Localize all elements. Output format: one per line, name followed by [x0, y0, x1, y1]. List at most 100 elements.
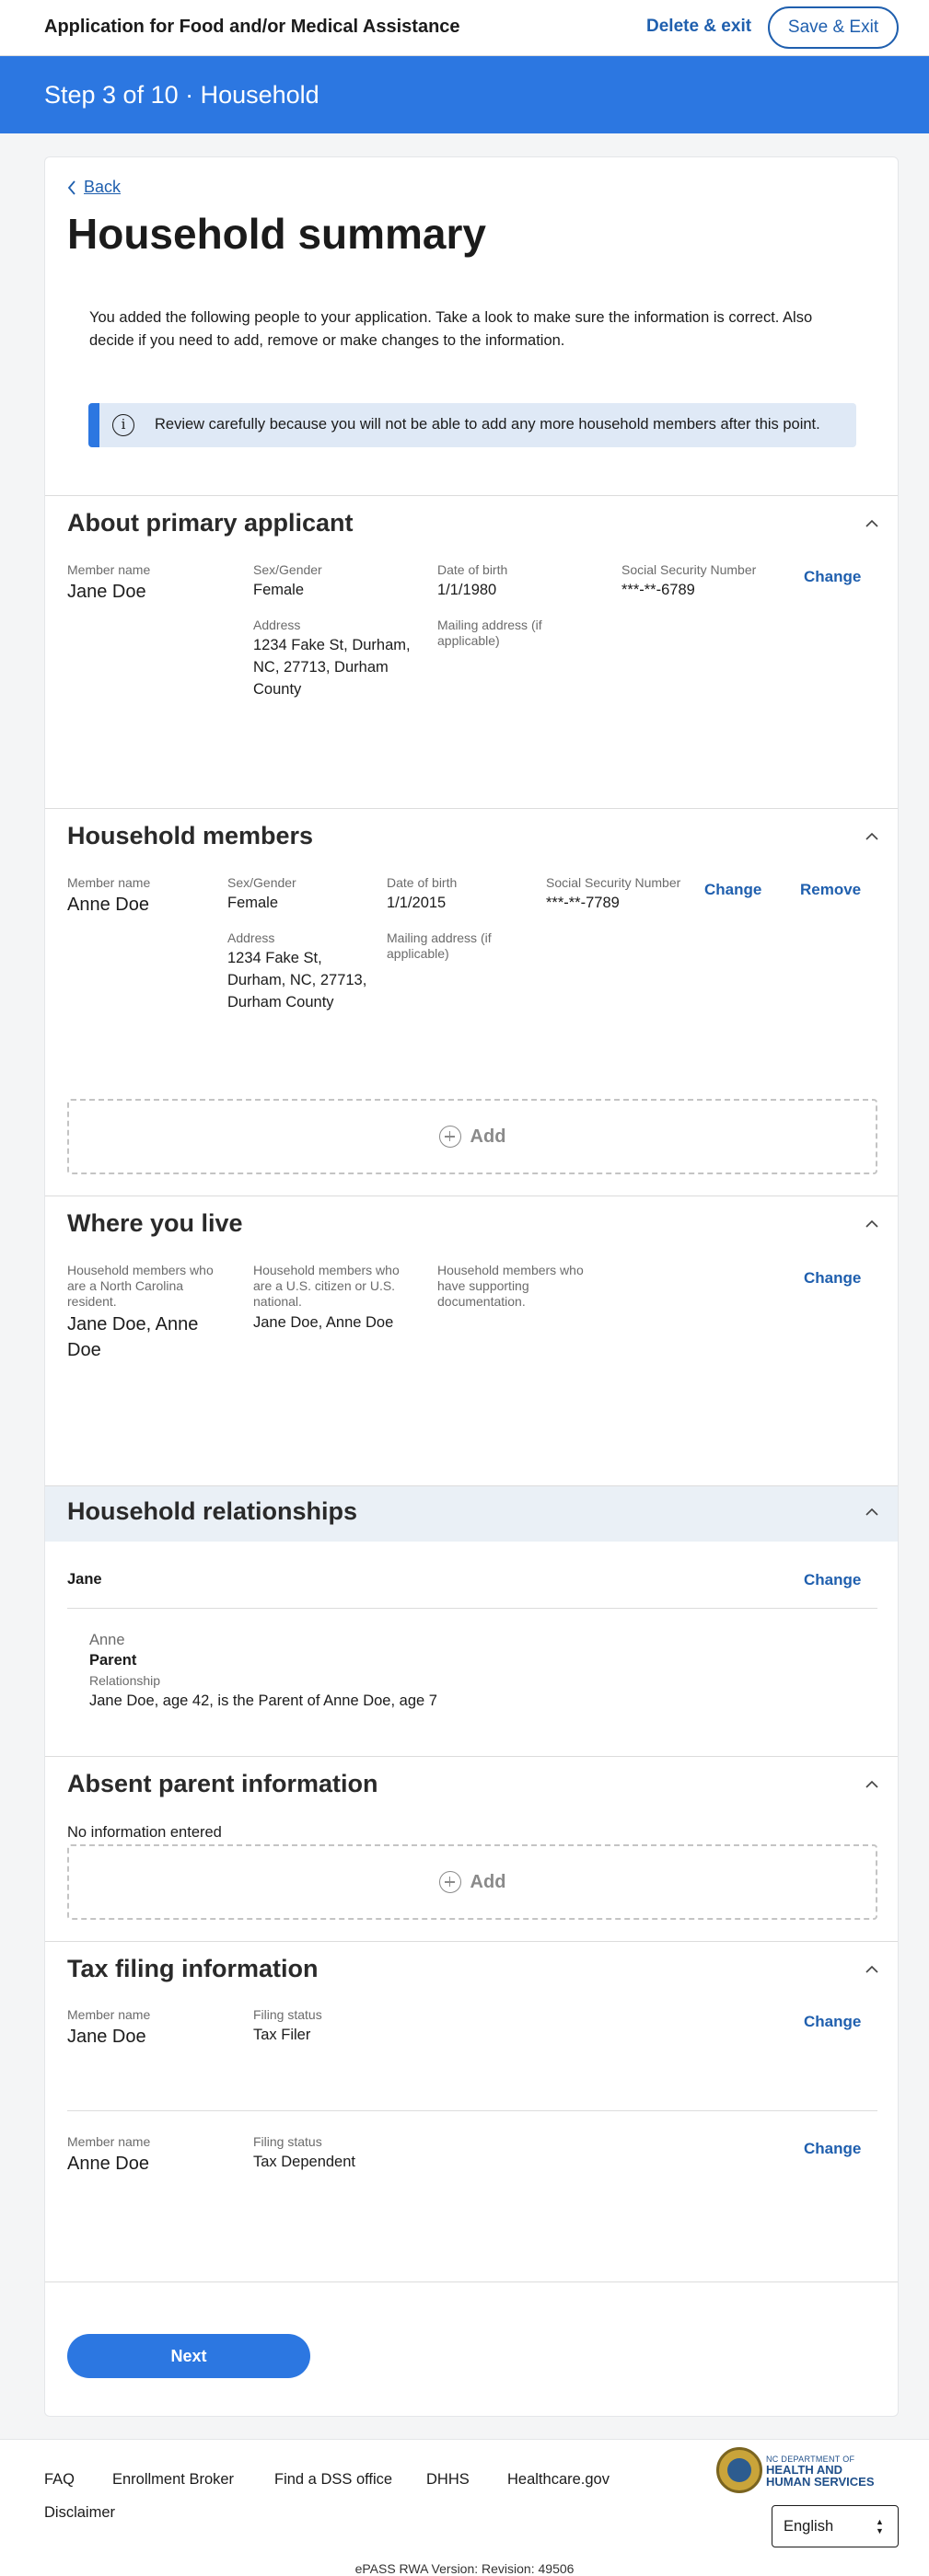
section-divider — [45, 1941, 898, 1942]
step-banner: Step 3 of 10 · Household — [0, 56, 929, 133]
chevron-up-icon[interactable] — [865, 516, 879, 531]
primary-change-link[interactable]: Change — [804, 568, 861, 586]
member-name-value: Anne Doe — [67, 2154, 149, 2174]
address-value: 1234 Fake St, Durham, NC, 27713, Durham … — [227, 950, 367, 1011]
ssn-value: ***-**-6789 — [621, 582, 695, 598]
section-divider — [45, 495, 898, 496]
member-name-label: Member name — [67, 2134, 151, 2149]
sex-value: Female — [227, 895, 279, 911]
section-divider — [45, 1756, 898, 1757]
filing-status-label: Filing status — [253, 2007, 322, 2022]
member-name-value: Anne Doe — [67, 895, 149, 915]
member-name-label: Member name — [67, 562, 151, 577]
dob-label: Date of birth — [387, 875, 458, 890]
footer-link-disclaimer[interactable]: Disclaimer — [44, 2504, 115, 2522]
citizen-label: Household members who are a U.S. citizen… — [253, 1263, 400, 1309]
nc-resident-label: Household members who are a North Caroli… — [67, 1263, 214, 1309]
absent-empty-text: No information entered — [67, 1824, 222, 1841]
citizen-value: Jane Doe, Anne Doe — [253, 1314, 394, 1331]
nc-resident-value: Jane Doe, Anne Doe — [67, 1314, 199, 1360]
absent-section-title: Absent parent information — [67, 1770, 378, 1797]
add-absent-parent-button[interactable]: Add — [67, 1844, 877, 1920]
delete-exit-link[interactable]: Delete & exit — [646, 17, 751, 37]
brand-line-2b: HUMAN SERVICES — [766, 2475, 875, 2489]
relationship-label: Relationship — [89, 1673, 161, 1688]
save-exit-button[interactable]: Save & Exit — [768, 6, 899, 49]
ssn-label: Social Security Number — [621, 562, 757, 577]
member-name-value: Jane Doe — [67, 2027, 146, 2047]
household-section-title: Household members — [67, 822, 314, 849]
section-divider — [45, 808, 898, 809]
filing-status-value: Tax Filer — [253, 2027, 311, 2043]
footer-link-healthcare-gov[interactable]: Healthcare.gov — [507, 2471, 610, 2489]
relationship-description: Jane Doe, age 42, is the Parent of Anne … — [89, 1692, 437, 1709]
footer-link-dhhs[interactable]: DHHS — [426, 2471, 470, 2489]
select-arrows-icon: ▲ ▼ — [876, 2517, 884, 2536]
add-household-member-button[interactable]: Add — [67, 1099, 877, 1174]
footer-link-dss-office[interactable]: Find a DSS office — [274, 2471, 392, 2489]
dob-value: 1/1/2015 — [387, 895, 447, 911]
member-name-label: Member name — [67, 2007, 151, 2022]
back-link[interactable]: Back — [67, 178, 121, 197]
add-label: Add — [470, 1126, 506, 1147]
chevron-up-icon[interactable] — [865, 1962, 879, 1977]
relationships-change-link[interactable]: Change — [804, 1571, 861, 1589]
alert-text: Review carefully because you will not be… — [155, 416, 820, 433]
chevron-left-icon — [67, 179, 75, 195]
row-divider — [67, 1608, 877, 1609]
relationships-section-title: Household relationships — [67, 1497, 358, 1525]
ssn-label: Social Security Number — [546, 875, 681, 890]
intro-text: You added the following people to your a… — [89, 309, 813, 349]
related-member-name: Anne — [89, 1632, 125, 1648]
documentation-label: Household members who have supporting do… — [437, 1263, 584, 1309]
footer: FAQ Enrollment Broker Find a DSS office … — [0, 2439, 929, 2576]
member-name-value: Jane Doe — [67, 582, 146, 602]
plus-circle-icon — [438, 1126, 461, 1148]
filing-status-label: Filing status — [253, 2134, 322, 2149]
plus-circle-icon — [438, 1871, 461, 1893]
tax-section-title: Tax filing information — [67, 1955, 319, 1982]
add-label: Add — [470, 1871, 506, 1892]
primary-section-title: About primary applicant — [67, 509, 354, 537]
relationship-person: Jane — [67, 1571, 102, 1588]
dob-value: 1/1/1980 — [437, 582, 497, 598]
info-alert: i Review carefully because you will not … — [88, 403, 856, 447]
chevron-up-icon[interactable] — [865, 1217, 879, 1231]
version-text: ePASS RWA Version: Revision: 49506 — [354, 2561, 575, 2576]
sex-label: Sex/Gender — [227, 875, 296, 890]
back-label: Back — [84, 178, 122, 196]
member-name-label: Member name — [67, 875, 151, 890]
address-value: 1234 Fake St, Durham, NC, 27713, Durham … — [253, 637, 411, 698]
page-title: Household summary — [67, 210, 486, 258]
step-label: Step 3 of 10 · Household — [44, 81, 319, 109]
household-change-link[interactable]: Change — [704, 881, 761, 899]
address-label: Address — [253, 618, 301, 632]
language-select[interactable]: English ▲ ▼ — [772, 2505, 899, 2547]
row-divider — [67, 2110, 877, 2111]
next-button[interactable]: Next — [67, 2334, 310, 2378]
sex-value: Female — [253, 582, 305, 598]
mailing-address-label: Mailing address (if applicable) — [437, 618, 542, 648]
sex-label: Sex/Gender — [253, 562, 322, 577]
ssn-value: ***-**-7789 — [546, 895, 620, 911]
address-label: Address — [227, 930, 275, 945]
language-value: English — [784, 2518, 834, 2535]
chevron-up-icon[interactable] — [865, 1777, 879, 1792]
section-divider — [45, 2281, 898, 2282]
tax-change-link[interactable]: Change — [804, 2140, 861, 2158]
relationship-type: Parent — [89, 1652, 137, 1669]
nc-seal-logo — [716, 2447, 762, 2493]
live-change-link[interactable]: Change — [804, 1269, 861, 1288]
top-bar: Application for Food and/or Medical Assi… — [0, 0, 929, 56]
chevron-up-icon[interactable] — [865, 1505, 879, 1519]
chevron-up-icon[interactable] — [865, 829, 879, 844]
household-remove-link[interactable]: Remove — [800, 881, 861, 899]
tax-change-link[interactable]: Change — [804, 2013, 861, 2031]
mailing-address-label: Mailing address (if applicable) — [387, 930, 492, 961]
footer-link-enrollment-broker[interactable]: Enrollment Broker — [112, 2471, 234, 2489]
brand-line-2: HEALTH AND HUMAN SERVICES — [766, 2464, 875, 2488]
footer-link-faq[interactable]: FAQ — [44, 2471, 75, 2489]
info-icon: i — [112, 414, 134, 436]
summary-card: Back Household summary You added the fol… — [44, 156, 899, 2417]
live-section-title: Where you live — [67, 1209, 243, 1237]
